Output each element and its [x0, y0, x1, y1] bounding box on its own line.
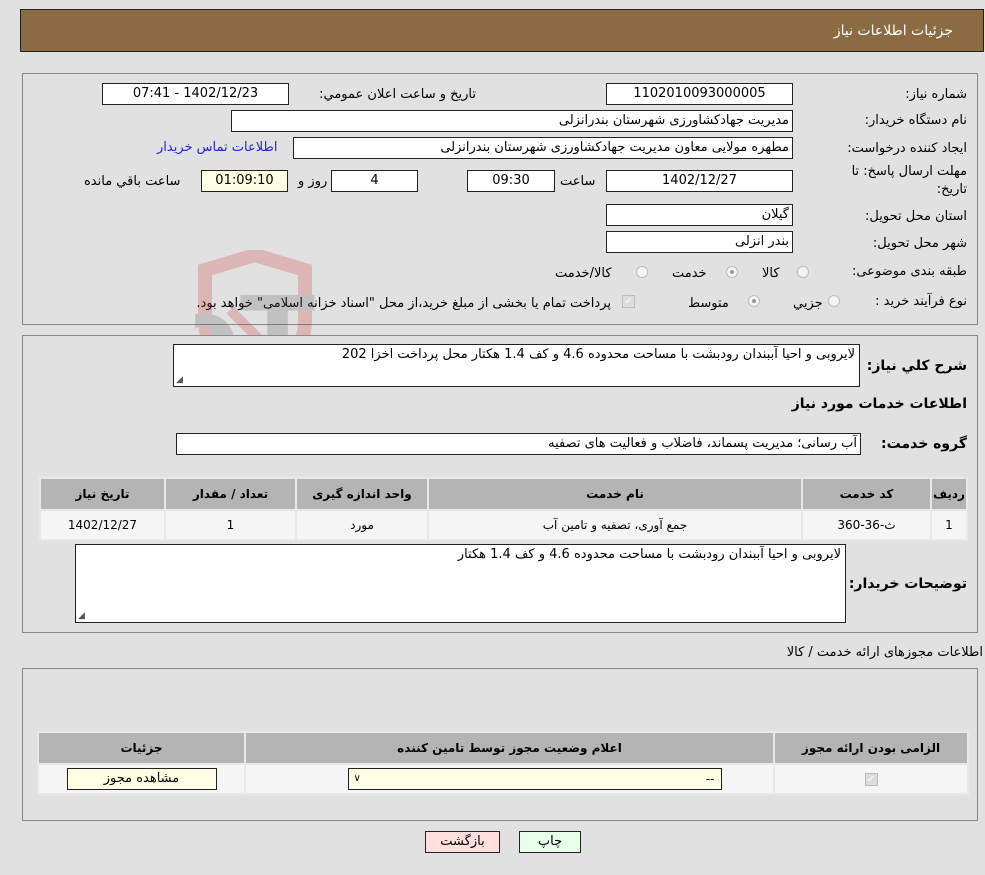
buyer-notes-label: توضیحات خریدار: — [848, 576, 967, 592]
cell-service-name: جمع آوری، تصفیه و تامین آب — [427, 509, 803, 541]
treasury-checkbox[interactable]: ✓ — [622, 295, 635, 308]
deadline-label: مهلت ارسال پاسخ: تا — [851, 164, 967, 179]
cell-permit-details: مشاهده مجوز — [37, 763, 246, 795]
announce-date-field: 1402/12/23 - 07:41 — [102, 83, 289, 105]
category-goods-label: کالا — [762, 266, 780, 281]
cell-quantity: 1 — [164, 509, 297, 541]
time-remaining-field: 01:09:10 — [201, 170, 288, 192]
requester-label: ایجاد کننده درخواست: — [847, 141, 967, 156]
days-label: روز و — [298, 174, 328, 189]
col-service-name: نام خدمت — [427, 477, 803, 511]
cell-unit: مورد — [295, 509, 429, 541]
permit-status-value: -- — [705, 772, 715, 786]
cell-permit-required: ✓ — [773, 763, 969, 795]
buyer-notes-text: لایروبی و احیا آببندان رودبشت با مساحت م… — [457, 547, 841, 562]
resize-grip-icon[interactable]: ◢ — [78, 611, 85, 621]
process-medium-label: متوسط — [688, 296, 729, 311]
category-radio-service[interactable] — [726, 266, 738, 278]
treasury-note: پرداخت تمام یا بخشی از مبلغ خرید،از محل … — [196, 296, 611, 311]
col-permit-status: اعلام وضعیت مجوز توسط تامین کننده — [244, 731, 775, 765]
process-radio-minor[interactable] — [828, 295, 840, 307]
category-radio-goods[interactable] — [797, 266, 809, 278]
category-label: طبقه بندی موضوعی: — [851, 264, 967, 279]
cell-service-code: ث-36-360 — [801, 509, 932, 541]
announce-date-label: تاریخ و ساعت اعلان عمومي: — [319, 87, 476, 102]
buyer-notes-textarea[interactable]: لایروبی و احیا آببندان رودبشت با مساحت م… — [75, 544, 846, 623]
col-need-date: تاریخ نیاز — [39, 477, 166, 511]
col-service-code: کد خدمت — [801, 477, 932, 511]
description-label: شرح کلي نیاز: — [866, 358, 967, 374]
city-field: بندر انزلی — [606, 231, 793, 253]
page-header: جزئیات اطلاعات نیاز — [20, 9, 984, 52]
view-permit-button[interactable]: مشاهده مجوز — [66, 768, 217, 790]
col-permit-details: جزئیات — [37, 731, 246, 765]
table-row: ✓ -- ∨ مشاهده مجوز — [37, 763, 969, 795]
process-minor-label: جزیي — [793, 296, 823, 311]
permit-status-select[interactable]: -- ∨ — [347, 768, 722, 790]
col-row-number: ردیف — [930, 477, 968, 511]
back-button[interactable]: بازگشت — [425, 831, 500, 853]
category-service-label: خدمت — [672, 266, 707, 281]
need-number-label: شماره نیاز: — [905, 87, 967, 102]
days-remaining-field: 4 — [331, 170, 418, 192]
col-quantity: تعداد / مقدار — [164, 477, 297, 511]
province-label: استان محل تحویل: — [865, 209, 967, 224]
service-group-label: گروه خدمت: — [881, 436, 967, 452]
buyer-contact-link[interactable]: اطلاعات تماس خریدار — [157, 140, 277, 155]
services-table-header: ردیف کد خدمت نام خدمت واحد اندازه گیری ت… — [39, 477, 968, 511]
table-row: 1 ث-36-360 جمع آوری، تصفیه و تامین آب مو… — [39, 509, 968, 541]
permit-required-checkbox[interactable]: ✓ — [864, 773, 878, 786]
description-text: لایروبی و احیا آببندان رودبشت با مساحت م… — [341, 347, 855, 362]
service-group-field: آب رسانی؛ مدیریت پسماند، فاضلاب و فعالیت… — [176, 433, 861, 455]
cell-row-number: 1 — [930, 509, 968, 541]
time-remaining-label: ساعت باقي مانده — [84, 174, 181, 189]
category-goods-service-label: کالا/خدمت — [555, 266, 612, 281]
deadline-time-field: 09:30 — [467, 170, 555, 192]
province-field: گیلان — [606, 204, 793, 226]
services-section-title: اطلاعات خدمات مورد نیاز — [791, 396, 967, 412]
process-radio-medium[interactable] — [748, 295, 760, 307]
col-unit: واحد اندازه گیری — [295, 477, 429, 511]
process-type-label: نوع فرآیند خرید : — [875, 294, 967, 309]
deadline-time-label: ساعت — [560, 174, 596, 189]
cell-permit-status: -- ∨ — [244, 763, 775, 795]
buyer-org-label: نام دستگاه خریدار: — [864, 113, 967, 128]
permits-table: الزامی بودن ارائه مجوز اعلام وضعیت مجوز … — [37, 731, 969, 795]
print-button[interactable]: چاپ — [519, 831, 581, 853]
cell-need-date: 1402/12/27 — [39, 509, 166, 541]
deadline-date-field: 1402/12/27 — [606, 170, 793, 192]
deadline-label-date: تاریخ: — [936, 182, 967, 197]
col-permit-required: الزامی بودن ارائه مجوز — [773, 731, 969, 765]
need-number-field: 1102010093000005 — [606, 83, 793, 105]
chevron-down-icon: ∨ — [353, 773, 361, 784]
page-title: جزئیات اطلاعات نیاز — [833, 23, 953, 39]
services-table: ردیف کد خدمت نام خدمت واحد اندازه گیری ت… — [39, 477, 968, 541]
permits-table-header: الزامی بودن ارائه مجوز اعلام وضعیت مجوز … — [37, 731, 969, 765]
requester-field: مطهره مولایی معاون مدیریت جهادکشاورزی شه… — [293, 137, 793, 159]
description-textarea[interactable]: لایروبی و احیا آببندان رودبشت با مساحت م… — [173, 344, 860, 387]
city-label: شهر محل تحویل: — [872, 236, 967, 251]
buyer-org-field: مدیریت جهادکشاورزی شهرستان بندرانزلی — [231, 110, 793, 132]
resize-grip-icon[interactable]: ◢ — [176, 375, 183, 385]
category-radio-goods-service[interactable] — [636, 266, 648, 278]
permits-section-title: اطلاعات مجوزهای ارائه خدمت / کالا — [786, 645, 983, 660]
